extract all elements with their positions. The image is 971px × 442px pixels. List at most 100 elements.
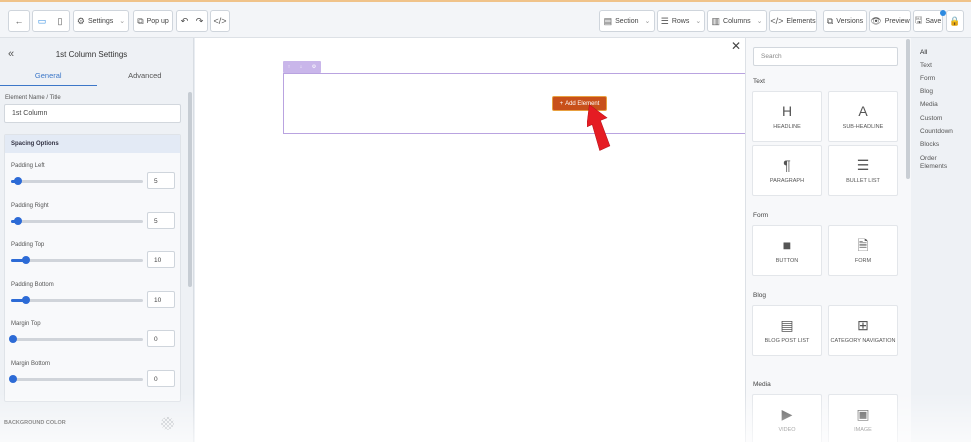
category-nav-item[interactable]: Media xyxy=(920,101,938,109)
category-nav-item[interactable]: Countdown xyxy=(920,128,953,136)
redo-icon[interactable]: ↷ xyxy=(192,16,207,27)
code-button[interactable]: </> xyxy=(210,10,230,32)
lock-icon: 🔒 xyxy=(949,15,961,26)
gear-icon[interactable]: ⚙ xyxy=(312,64,316,70)
back-button[interactable]: ← xyxy=(8,10,30,32)
tab-advanced[interactable]: Advanced xyxy=(97,70,194,86)
element-card-label: PARAGRAPH xyxy=(769,177,805,184)
code-icon: </> xyxy=(213,16,227,26)
collapse-panel-icon[interactable]: « xyxy=(0,48,22,60)
chevron-down-icon: ⌄ xyxy=(644,18,651,25)
slider-track[interactable] xyxy=(11,177,143,185)
slider-value-input[interactable]: 5 xyxy=(147,172,175,189)
settings-button[interactable]: ⚙ Settings ⌄ xyxy=(73,10,129,32)
sub-headline-icon: A xyxy=(858,102,868,119)
preview-button[interactable]: 👁 Preview xyxy=(869,10,911,32)
element-card-blog-post-list[interactable]: ▤ BLOG POST LIST xyxy=(752,305,822,356)
element-card-label: IMAGE xyxy=(854,426,872,433)
move-down-icon[interactable]: ↓ xyxy=(300,64,303,70)
move-up-icon[interactable]: ↑ xyxy=(288,64,291,70)
desktop-icon[interactable]: ▭ xyxy=(33,16,51,27)
blog-post-list-icon: ▤ xyxy=(780,316,794,333)
close-icon[interactable]: ✕ xyxy=(731,39,741,53)
column-block[interactable] xyxy=(283,73,748,134)
versions-button[interactable]: ⧉ Versions xyxy=(823,10,867,32)
lock-button[interactable]: 🔒 xyxy=(946,10,964,32)
slider-handle[interactable] xyxy=(9,374,17,383)
slider-track[interactable] xyxy=(11,216,143,225)
category-nav-item[interactable]: Form xyxy=(920,75,935,83)
slider-handle[interactable] xyxy=(9,335,17,343)
element-category-heading: Blog xyxy=(753,292,767,299)
slider-label: Padding Bottom xyxy=(11,281,54,288)
element-search-input[interactable]: Search xyxy=(753,47,898,66)
columns-label: Columns xyxy=(723,17,751,25)
category-nav-item[interactable]: Blog xyxy=(920,88,933,96)
tab-general[interactable]: General xyxy=(0,70,97,86)
element-card-button[interactable]: ■ BUTTON xyxy=(752,225,822,276)
element-name-label: Element Name / Title xyxy=(5,95,61,101)
slider-handle[interactable] xyxy=(22,256,31,264)
element-card-image[interactable]: ▣ IMAGE xyxy=(828,394,898,442)
category-nav-item[interactable]: Text xyxy=(920,62,932,70)
popup-button[interactable]: ⧉ Pop up xyxy=(133,10,173,32)
undo-icon[interactable]: ↶ xyxy=(177,16,192,27)
slider-handle[interactable] xyxy=(14,216,23,225)
columns-icon: ▥ xyxy=(711,15,721,26)
slider-value-input[interactable]: 0 xyxy=(147,330,175,347)
rows-button[interactable]: ☰ Rows ⌄ xyxy=(657,10,705,32)
slider-label: Margin Top xyxy=(11,321,41,327)
category-nav-item[interactable]: All xyxy=(920,49,927,57)
slider-value-input[interactable]: 5 xyxy=(147,211,175,229)
element-card-bullet-list[interactable]: ☰ BULLET LIST xyxy=(828,145,898,196)
category-nav-item[interactable]: Blocks xyxy=(920,141,939,149)
slider-track[interactable] xyxy=(11,295,143,304)
element-card-label: VIDEO xyxy=(778,426,796,433)
slider-value-input[interactable]: 10 xyxy=(147,251,175,268)
background-color-swatch[interactable] xyxy=(161,417,174,430)
slider-track[interactable] xyxy=(11,256,143,264)
spacing-options-header[interactable]: Spacing Options xyxy=(5,135,180,153)
columns-button[interactable]: ▥ Columns ⌄ xyxy=(707,10,767,32)
settings-label: Settings xyxy=(87,17,114,25)
eye-icon: 👁 xyxy=(870,15,882,26)
section-button[interactable]: ▤ Section ⌄ xyxy=(599,10,655,32)
element-card-sub-headline[interactable]: A SUB-HEADLINE xyxy=(828,91,898,142)
slider-track[interactable] xyxy=(9,335,143,343)
rows-label: Rows xyxy=(671,17,690,25)
element-card-label: BUTTON xyxy=(775,257,799,264)
mobile-icon[interactable]: ▯ xyxy=(51,16,69,27)
category-nav-item[interactable]: Order Elements xyxy=(920,155,960,171)
elements-button[interactable]: </> Elements xyxy=(769,10,817,32)
element-card-category-navigation[interactable]: ⊞ CATEGORY NAVIGATION xyxy=(828,305,898,356)
element-category-heading: Text xyxy=(753,78,765,85)
panel-scrollbar[interactable] xyxy=(188,92,192,287)
save-button[interactable]: 🖫 Save xyxy=(913,10,943,32)
editor-canvas[interactable]: ↑ ↓ ⚙ + Add Element xyxy=(195,38,748,442)
element-card-headline[interactable]: H HEADLINE xyxy=(752,91,822,142)
chevron-down-icon: ⌄ xyxy=(119,18,126,25)
popup-label: Pop up xyxy=(146,17,169,25)
element-card-video[interactable]: ▶ VIDEO xyxy=(752,394,822,442)
spacing-options: Spacing Options Padding Left 5 Padding Rig… xyxy=(4,134,181,402)
slider-value-input[interactable]: 10 xyxy=(147,290,175,308)
arrow-left-icon: ← xyxy=(14,16,24,26)
category-nav-item[interactable]: Custom xyxy=(920,115,942,123)
undo-redo-group: ↶ ↷ xyxy=(176,10,208,32)
settings-tabs: General Advanced xyxy=(0,70,193,86)
slider-track[interactable] xyxy=(9,374,143,383)
plus-icon: + xyxy=(559,100,564,107)
slider-value-input[interactable]: 0 xyxy=(147,369,175,387)
slider-label: Padding Top xyxy=(11,242,45,248)
slider-label: Padding Right xyxy=(11,202,49,209)
panel-header: « 1st Column Settings xyxy=(0,38,193,70)
element-name-input[interactable]: 1st Column xyxy=(4,104,181,123)
element-card-paragraph[interactable]: ¶ PARAGRAPH xyxy=(752,145,822,196)
slider-handle[interactable] xyxy=(22,295,31,304)
save-icon: 🖫 xyxy=(914,15,923,25)
slider-handle[interactable] xyxy=(14,177,23,185)
versions-label: Versions xyxy=(836,17,864,25)
element-card-form[interactable]: 🗎 FORM xyxy=(828,225,898,276)
elements-scrollbar[interactable] xyxy=(906,39,910,179)
versions-icon: ⧉ xyxy=(826,15,834,26)
